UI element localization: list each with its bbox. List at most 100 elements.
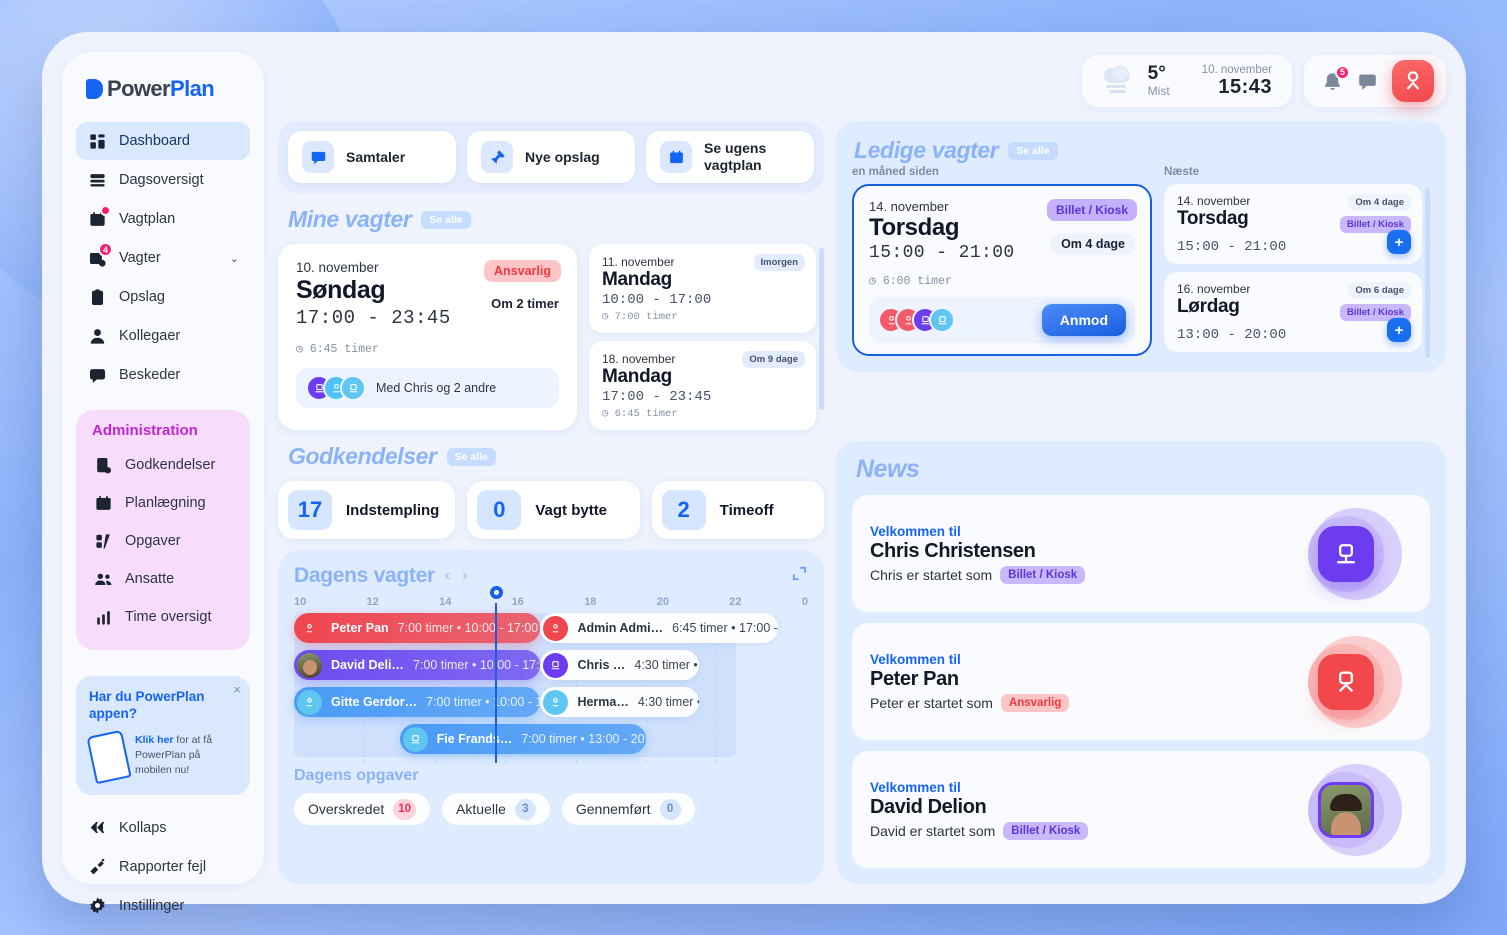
shift-day: Mandag <box>602 366 672 387</box>
godkendelser-see-all[interactable]: Se alle <box>446 447 496 466</box>
chart-icon <box>93 607 113 627</box>
sidebar-item-planlaegning[interactable]: Planlægning <box>82 484 244 522</box>
timeline-bar[interactable]: Peter Pan 7:00 timer • 10:00 - 17:00 • An… <box>294 613 541 643</box>
timeline-bar[interactable]: Admin Admi… 6:45 timer • 17:00 - 23:45 • … <box>540 613 779 643</box>
quick-action-se-ugens-vagtplan[interactable]: Se ugens vagtplan <box>646 131 814 183</box>
timeline-bar-name: Chris … <box>577 658 626 672</box>
bell-icon[interactable]: 5 <box>1322 64 1350 92</box>
tab-gennemfoert[interactable]: Gennemført 0 <box>561 793 695 825</box>
sidebar-item-dagsoversigt[interactable]: Dagsoversigt <box>76 161 250 199</box>
expand-icon[interactable] <box>791 565 808 587</box>
sidebar-item-rapporter-fejl[interactable]: Rapporter fejl <box>76 848 250 886</box>
quick-action-nye-opslag[interactable]: Nye opslag <box>467 131 635 183</box>
avatar <box>340 375 366 401</box>
shift-relative-chip: Om 4 dage <box>1051 233 1135 255</box>
stat-indstempling[interactable]: 17 Indstempling <box>278 481 456 539</box>
sidebar-label: Kollegaer <box>119 328 181 344</box>
news-item[interactable]: Velkommen til Peter Pan Peter er startet… <box>852 623 1430 740</box>
current-time: 15:43 <box>1218 75 1272 98</box>
timeline-bar-meta: 4:30 timer • 17:00… <box>634 658 698 672</box>
add-shift-button[interactable]: + <box>1387 318 1411 342</box>
chevron-down-icon[interactable]: ⌄ <box>230 252 239 265</box>
sidebar-item-opslag[interactable]: Opslag <box>76 278 250 316</box>
sidebar-label: Dashboard <box>119 133 190 149</box>
shift-participants[interactable]: Med Chris og 2 andre <box>296 368 559 408</box>
scrollbar[interactable] <box>1425 188 1430 358</box>
next-day-button[interactable]: › <box>460 567 469 585</box>
promo-link[interactable]: Klik her <box>135 734 174 746</box>
sidebar-label: Ansatte <box>125 571 175 587</box>
timeline-bar-name: Peter Pan <box>331 621 389 635</box>
sidebar-label: Godkendelser <box>125 457 216 473</box>
app-window: PowerPlan Dashboard Dagsoversigt Vagtpla… <box>42 32 1466 914</box>
news-desc: David er startet som <box>870 822 996 839</box>
shift-participants-label: Med Chris og 2 andre <box>376 381 497 395</box>
shift-hours: ◷ 6:00 timer <box>869 275 952 288</box>
left-column: Samtaler Nye opslag Se ugens vagtplan Mi… <box>278 121 824 430</box>
sidebar-item-ansatte[interactable]: Ansatte <box>82 560 244 598</box>
timeline-bar-meta: 7:00 timer • 10:00 - 17:00 • Kontr… <box>426 695 541 709</box>
sidebar-item-vagter[interactable]: 4 Vagter ⌄ <box>76 239 250 277</box>
timeline-bar[interactable]: Chris … 4:30 timer • 17:00… <box>540 650 699 680</box>
user-avatar[interactable] <box>1392 60 1434 102</box>
sidebar-item-beskeder[interactable]: Beskeder <box>76 356 250 394</box>
stat-timeoff[interactable]: 2 Timeoff <box>651 481 824 539</box>
role-badge: Billet / Kiosk <box>1046 199 1137 221</box>
dagens-vagter-panel: Dagens vagter ‹ › 10 12 14 16 18 20 22 0… <box>278 550 824 884</box>
add-shift-button[interactable]: + <box>1387 230 1411 254</box>
notification-count-badge: 5 <box>1335 64 1350 80</box>
upcoming-shift-card[interactable]: 18. november Mandag 17:00 - 23:45 ◷ 6:45… <box>589 341 816 430</box>
timeline-bar-name: Herma… <box>577 695 629 709</box>
mine-vagter-see-all[interactable]: Se alle <box>421 210 471 229</box>
quick-action-label: Samtaler <box>346 148 406 165</box>
sidebar-item-dashboard[interactable]: Dashboard <box>76 122 250 160</box>
sidebar: PowerPlan Dashboard Dagsoversigt Vagtpla… <box>62 52 264 914</box>
shift-time: 13:00 - 20:00 <box>1177 327 1287 343</box>
axis-tick: 18 <box>584 596 597 608</box>
sidebar-item-godkendelser[interactable]: Godkendelser <box>82 446 244 484</box>
sidebar-item-kollegaer[interactable]: Kollegaer <box>76 317 250 355</box>
upcoming-shifts: 11. november Mandag 10:00 - 17:00 ◷ 7:00… <box>589 244 824 430</box>
sidebar-item-kollaps[interactable]: Kollaps <box>76 809 250 847</box>
ledige-next-card[interactable]: 16. november Lørdag 13:00 - 20:00 Om 6 d… <box>1164 272 1422 352</box>
stat-vagt-bytte[interactable]: 0 Vagt bytte <box>467 481 640 539</box>
sidebar-label: Dagsoversigt <box>119 172 204 188</box>
dagens-vagter-title: Dagens vagter <box>294 564 435 587</box>
ledige-vagter-list: 14. november Torsdag 15:00 - 21:00 ◷ 6:0… <box>852 184 1430 358</box>
timeline-bar[interactable]: Fie Frands… 7:00 timer • 13:00 - 20:00 • … <box>399 724 647 754</box>
sidebar-item-opgaver[interactable]: Opgaver <box>82 522 244 560</box>
promo-heading: Har du PowerPlan appen? <box>89 689 205 721</box>
news-item[interactable]: Velkommen til David Delion David er star… <box>852 751 1430 868</box>
sidebar-item-instillinger[interactable]: Instillinger <box>76 887 250 925</box>
document-check-icon <box>93 455 113 475</box>
sidebar-item-vagtplan[interactable]: Vagtplan <box>76 200 250 238</box>
dagens-opgaver-title: Dagens opgaver <box>294 767 419 784</box>
timeline-bar[interactable]: Gitte Gerdor… 7:00 timer • 10:00 - 17:00 … <box>294 687 541 717</box>
mine-vagter-list: 10. november Søndag 17:00 - 23:45 ◷ 6:45… <box>278 244 824 430</box>
ledige-featured-card[interactable]: 14. november Torsdag 15:00 - 21:00 ◷ 6:0… <box>852 184 1152 356</box>
ledige-vagter-header: Ledige vagter Se alle <box>852 135 1430 164</box>
chat-icon <box>302 141 334 173</box>
ledige-vagter-see-all[interactable]: Se alle <box>1008 141 1058 160</box>
ledige-next-card[interactable]: 14. november Torsdag 15:00 - 21:00 Om 4 … <box>1164 184 1422 264</box>
anmod-button[interactable]: Anmod <box>1041 304 1126 336</box>
tab-aktuelle[interactable]: Aktuelle 3 <box>442 793 550 825</box>
featured-shift-card[interactable]: 10. november Søndag 17:00 - 23:45 ◷ 6:45… <box>278 244 577 430</box>
prev-day-button[interactable]: ‹ <box>443 567 452 585</box>
news-item[interactable]: Velkommen til Chris Christensen Chris er… <box>852 495 1430 612</box>
avatar <box>297 615 322 641</box>
upcoming-shift-card[interactable]: 11. november Mandag 10:00 - 17:00 ◷ 7:00… <box>589 244 816 333</box>
tab-overskredet[interactable]: Overskredet 10 <box>294 793 431 825</box>
scrollbar[interactable] <box>819 248 824 410</box>
cloud-mist-icon <box>1102 65 1134 94</box>
close-icon[interactable]: × <box>233 682 241 697</box>
logo[interactable]: PowerPlan <box>76 74 250 122</box>
sidebar-item-time-oversigt[interactable]: Time oversigt <box>82 598 244 636</box>
quick-action-samtaler[interactable]: Samtaler <box>288 131 456 183</box>
message-icon[interactable] <box>1357 71 1378 92</box>
timeline-bar[interactable]: Herma… 4:30 timer • 17:00… <box>540 687 699 717</box>
timeline-axis: 10 12 14 16 18 20 22 0 <box>294 588 808 611</box>
timeline-bar[interactable]: David Deli… 7:00 timer • 10:00 - 17:00 • … <box>294 650 541 680</box>
calendar-icon <box>87 205 111 229</box>
ledige-vagter-panel: Ledige vagter Se alle en måned siden Næs… <box>836 121 1446 372</box>
